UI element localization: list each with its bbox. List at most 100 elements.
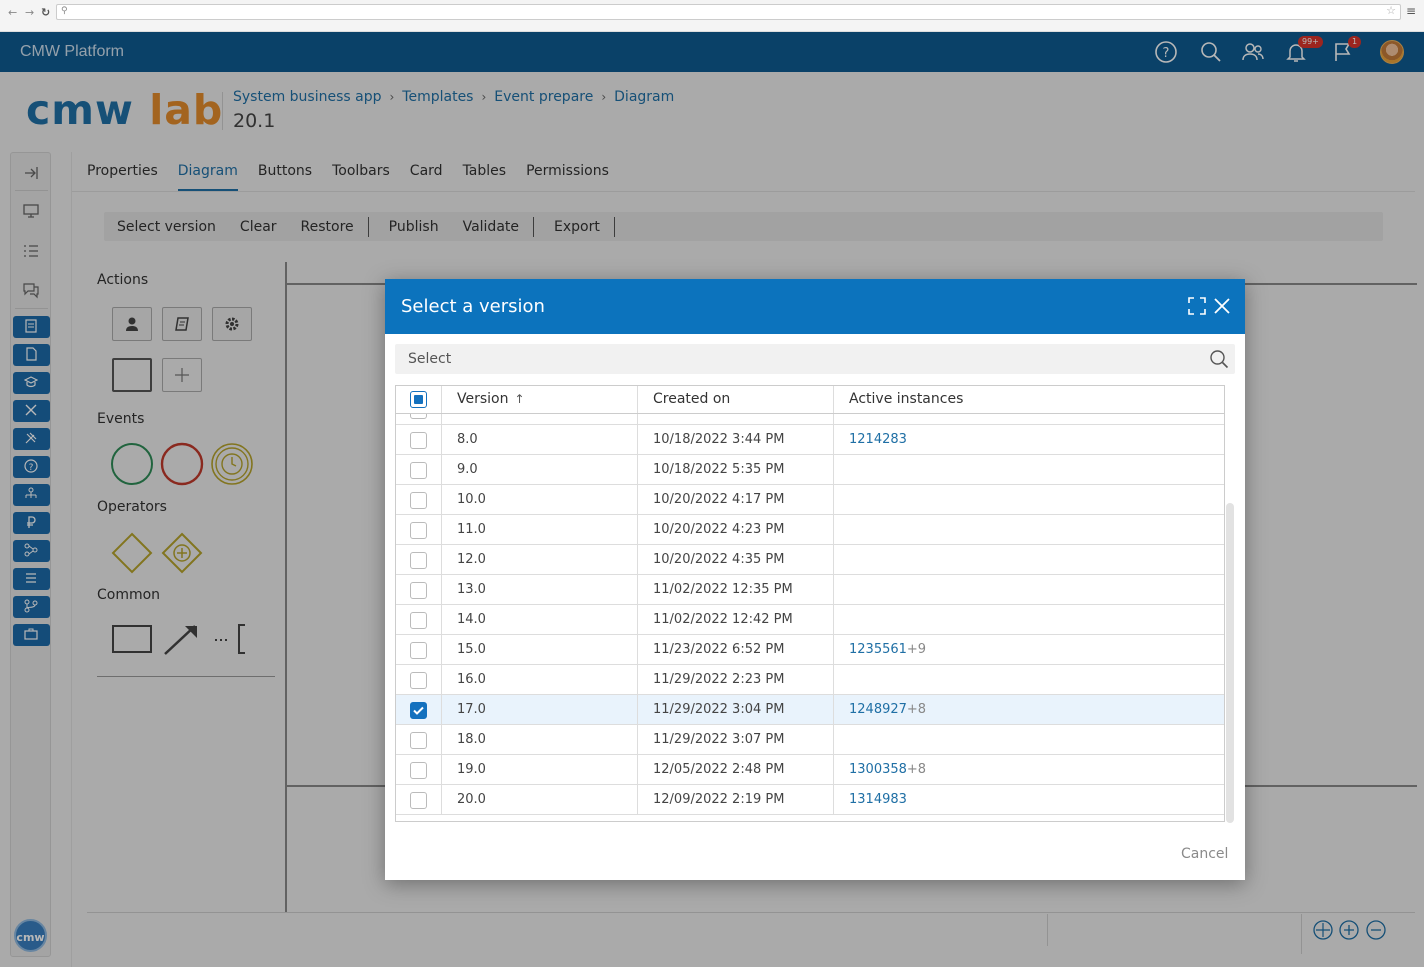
select-all-checkbox[interactable] [410, 391, 427, 408]
row-select-cell [396, 515, 442, 544]
row-select-cell [396, 755, 442, 784]
checkmark-icon [413, 706, 424, 715]
version-cell: 14.0 [442, 605, 638, 634]
row-checkbox[interactable] [410, 414, 427, 419]
table-row[interactable]: 17.0 11/29/2022 3:04 PM 1248927+8 [396, 695, 1224, 725]
table-row[interactable]: 7.010/18/2022 3:18 PM [396, 414, 1224, 425]
active-instances-cell [834, 485, 1224, 514]
row-checkbox[interactable] [410, 522, 427, 539]
column-header-active-instances[interactable]: Active instances [834, 386, 1224, 413]
table-row[interactable]: 13.0 11/02/2022 12:35 PM [396, 575, 1224, 605]
active-instances-cell [834, 515, 1224, 544]
column-header-version[interactable]: Version ↑ [442, 386, 638, 413]
close-icon[interactable] [1213, 297, 1231, 315]
row-checkbox[interactable] [410, 582, 427, 599]
row-select-cell [396, 725, 442, 754]
row-select-cell [396, 635, 442, 664]
more-instances-count[interactable]: +8 [907, 762, 926, 777]
active-instances-cell: 1248927+8 [834, 695, 1224, 724]
reload-icon[interactable]: ↻ [41, 6, 50, 19]
active-instances-cell: 1235561+9 [834, 635, 1224, 664]
created-on-cell: 12/09/2022 2:19 PM [638, 785, 834, 814]
select-version-dialog: Select a version Version↑ Created on Act… [385, 279, 1245, 880]
row-checkbox[interactable] [410, 702, 427, 719]
version-search-input[interactable] [395, 344, 1235, 374]
row-checkbox[interactable] [410, 492, 427, 509]
table-row[interactable]: 18.0 11/29/2022 3:07 PM [396, 725, 1224, 755]
row-checkbox[interactable] [410, 462, 427, 479]
row-checkbox[interactable] [410, 552, 427, 569]
more-instances-count[interactable]: +8 [907, 702, 926, 717]
table-header: Version ↑ Created on Active instances [396, 386, 1224, 414]
row-select-cell [396, 575, 442, 604]
maximize-icon[interactable] [1188, 297, 1206, 315]
table-body: 7.010/18/2022 3:18 PM8.010/18/2022 3:44 … [396, 414, 1224, 821]
active-instances-cell: 1300358+8 [834, 755, 1224, 784]
table-row[interactable]: 19.0 12/05/2022 2:48 PM 1300358+8 [396, 755, 1224, 785]
created-on-cell: 11/29/2022 3:04 PM [638, 695, 834, 724]
dialog-header: Select a version [385, 279, 1245, 334]
instance-link[interactable]: 1235561 [849, 642, 907, 657]
instance-link[interactable]: 1314983 [849, 792, 907, 807]
active-instances-cell [834, 414, 1224, 424]
row-select-cell [396, 425, 442, 454]
row-checkbox[interactable] [410, 612, 427, 629]
column-header-created-on[interactable]: Created on [638, 386, 834, 413]
created-on-cell: 10/18/2022 3:18 PM [638, 414, 834, 424]
row-checkbox[interactable] [410, 432, 427, 449]
instance-link[interactable]: 1248927 [849, 702, 907, 717]
row-select-cell [396, 414, 442, 424]
created-on-cell: 11/02/2022 12:42 PM [638, 605, 834, 634]
table-row[interactable]: 14.0 11/02/2022 12:42 PM [396, 605, 1224, 635]
instance-link[interactable]: 1214283 [849, 432, 907, 447]
sort-ascending-icon[interactable]: ↑ [514, 392, 524, 406]
versions-table: Version↑ Created on Active instances 7.0… [395, 385, 1225, 822]
row-checkbox[interactable] [410, 672, 427, 689]
row-checkbox[interactable] [410, 642, 427, 659]
table-row[interactable]: 20.0 12/09/2022 2:19 PM 1314983 [396, 785, 1224, 815]
active-instances-cell [834, 545, 1224, 574]
table-row[interactable]: 9.0 10/18/2022 5:35 PM [396, 455, 1224, 485]
version-cell: 18.0 [442, 725, 638, 754]
version-cell: 15.0 [442, 635, 638, 664]
address-bar[interactable]: ⚲ ☆ [56, 4, 1401, 20]
version-cell: 12.0 [442, 545, 638, 574]
created-on-cell: 11/29/2022 3:07 PM [638, 725, 834, 754]
forward-arrow-icon[interactable]: → [25, 6, 34, 19]
row-checkbox[interactable] [410, 792, 427, 809]
table-row[interactable]: 16.0 11/29/2022 2:23 PM [396, 665, 1224, 695]
table-row[interactable]: 10.0 10/20/2022 4:17 PM [396, 485, 1224, 515]
search-icon: ⚲ [61, 6, 68, 16]
created-on-cell: 11/29/2022 2:23 PM [638, 665, 834, 694]
browser-chrome: ← → ↻ ⚲ ☆ ≡ [0, 0, 1424, 32]
table-row[interactable]: 8.0 10/18/2022 3:44 PM 1214283 [396, 425, 1224, 455]
active-instances-cell [834, 455, 1224, 484]
version-cell: 10.0 [442, 485, 638, 514]
created-on-cell: 10/18/2022 3:44 PM [638, 425, 834, 454]
cancel-button[interactable]: Cancel [1181, 846, 1228, 862]
table-row[interactable]: 12.0 10/20/2022 4:35 PM [396, 545, 1224, 575]
active-instances-cell [834, 575, 1224, 604]
table-rows: 7.010/18/2022 3:18 PM8.010/18/2022 3:44 … [396, 414, 1224, 815]
back-arrow-icon[interactable]: ← [8, 6, 17, 19]
version-cell: 20.0 [442, 785, 638, 814]
version-cell: 11.0 [442, 515, 638, 544]
active-instances-cell [834, 605, 1224, 634]
created-on-cell: 10/20/2022 4:35 PM [638, 545, 834, 574]
table-scrollbar[interactable] [1226, 503, 1234, 823]
star-icon[interactable]: ☆ [1386, 4, 1396, 17]
more-instances-count[interactable]: +9 [907, 642, 926, 657]
row-select-cell [396, 695, 442, 724]
dialog-title: Select a version [401, 296, 545, 317]
version-cell: 17.0 [442, 695, 638, 724]
created-on-cell: 10/18/2022 5:35 PM [638, 455, 834, 484]
search-icon[interactable] [1209, 349, 1229, 369]
row-checkbox[interactable] [410, 762, 427, 779]
row-checkbox[interactable] [410, 732, 427, 749]
browser-menu-icon[interactable]: ≡ [1406, 4, 1416, 18]
table-row[interactable]: 11.0 10/20/2022 4:23 PM [396, 515, 1224, 545]
table-row[interactable]: 15.0 11/23/2022 6:52 PM 1235561+9 [396, 635, 1224, 665]
row-select-cell [396, 455, 442, 484]
instance-link[interactable]: 1300358 [849, 762, 907, 777]
row-select-cell [396, 485, 442, 514]
